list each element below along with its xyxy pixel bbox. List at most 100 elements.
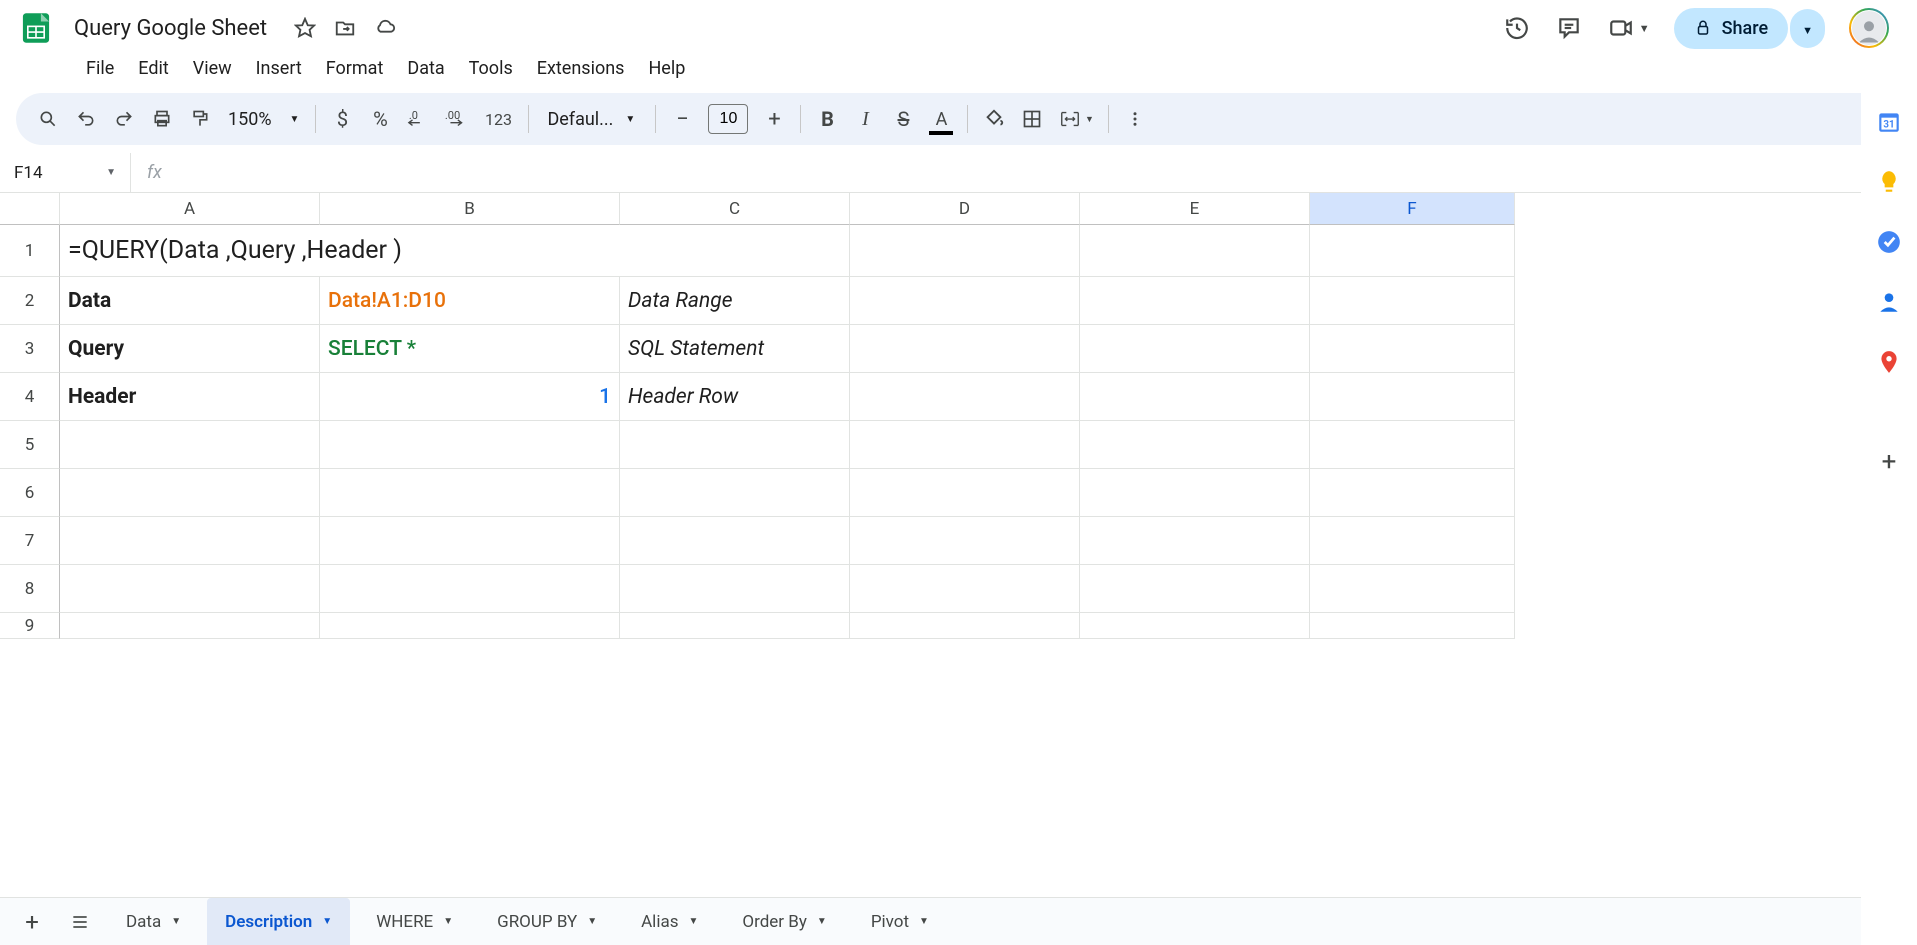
tasks-app-icon[interactable] — [1875, 228, 1903, 256]
cell-a2[interactable]: Data — [60, 277, 320, 325]
italic-icon[interactable]: I — [847, 101, 883, 137]
cell-f4[interactable] — [1310, 373, 1515, 421]
cell-d2[interactable] — [850, 277, 1080, 325]
column-header-e[interactable]: E — [1080, 193, 1310, 225]
menu-file[interactable]: File — [76, 52, 124, 85]
column-header-f[interactable]: F — [1310, 193, 1515, 225]
undo-icon[interactable] — [68, 101, 104, 137]
cell-e2[interactable] — [1080, 277, 1310, 325]
menu-view[interactable]: View — [183, 52, 242, 85]
meet-icon[interactable] — [1607, 14, 1635, 42]
row-header-2[interactable]: 2 — [0, 277, 60, 325]
cell-e4[interactable] — [1080, 373, 1310, 421]
increase-decimal-icon[interactable]: .00 — [438, 101, 474, 137]
cell-c6[interactable] — [620, 469, 850, 517]
cell-c4[interactable]: Header Row — [620, 373, 850, 421]
cell-b6[interactable] — [320, 469, 620, 517]
chevron-down-icon[interactable]: ▼ — [919, 916, 929, 927]
cell-c8[interactable] — [620, 565, 850, 613]
row-header-9[interactable]: 9 — [0, 613, 60, 639]
cell-e7[interactable] — [1080, 517, 1310, 565]
zoom-dropdown[interactable]: 150%▼ — [220, 109, 307, 130]
cell-b3[interactable]: SELECT * — [320, 325, 620, 373]
cell-c5[interactable] — [620, 421, 850, 469]
cell-f6[interactable] — [1310, 469, 1515, 517]
cell-d6[interactable] — [850, 469, 1080, 517]
cell-d4[interactable] — [850, 373, 1080, 421]
contacts-app-icon[interactable] — [1875, 288, 1903, 316]
chevron-down-icon[interactable]: ▼ — [817, 916, 827, 927]
column-header-c[interactable]: C — [620, 193, 850, 225]
cell-f5[interactable] — [1310, 421, 1515, 469]
strikethrough-icon[interactable]: S — [885, 101, 921, 137]
account-avatar[interactable] — [1849, 8, 1889, 48]
cell-a7[interactable] — [60, 517, 320, 565]
cell-e3[interactable] — [1080, 325, 1310, 373]
row-header-5[interactable]: 5 — [0, 421, 60, 469]
paint-format-icon[interactable] — [182, 101, 218, 137]
cell-c2[interactable]: Data Range — [620, 277, 850, 325]
cell-a6[interactable] — [60, 469, 320, 517]
cell-b2[interactable]: Data!A1:D10 — [320, 277, 620, 325]
chevron-down-icon[interactable]: ▼ — [688, 916, 698, 927]
currency-icon[interactable]: $ — [324, 101, 360, 137]
more-formats-button[interactable]: 123 — [476, 101, 520, 137]
cell-f9[interactable] — [1310, 613, 1515, 639]
cell-a8[interactable] — [60, 565, 320, 613]
chevron-down-icon[interactable]: ▼ — [322, 916, 332, 927]
cell-f7[interactable] — [1310, 517, 1515, 565]
menu-tools[interactable]: Tools — [459, 52, 523, 85]
cell-c9[interactable] — [620, 613, 850, 639]
keep-app-icon[interactable] — [1875, 168, 1903, 196]
cell-b4[interactable]: 1 — [320, 373, 620, 421]
row-header-7[interactable]: 7 — [0, 517, 60, 565]
redo-icon[interactable] — [106, 101, 142, 137]
sheet-tab-orderby[interactable]: Order By▼ — [724, 898, 844, 945]
cell-b9[interactable] — [320, 613, 620, 639]
column-header-b[interactable]: B — [320, 193, 620, 225]
row-header-3[interactable]: 3 — [0, 325, 60, 373]
sheet-tab-data[interactable]: Data▼ — [108, 898, 199, 945]
cell-a1[interactable]: =QUERY(Data ,Query ,Header ) — [60, 225, 850, 277]
document-title[interactable]: Query Google Sheet — [68, 14, 273, 43]
menu-edit[interactable]: Edit — [128, 52, 178, 85]
share-dropdown-button[interactable]: ▼ — [1790, 9, 1825, 48]
merge-cells-icon[interactable]: ▼ — [1052, 101, 1100, 137]
cell-e9[interactable] — [1080, 613, 1310, 639]
cell-d3[interactable] — [850, 325, 1080, 373]
cell-e1[interactable] — [1080, 225, 1310, 277]
row-header-6[interactable]: 6 — [0, 469, 60, 517]
cell-b5[interactable] — [320, 421, 620, 469]
font-size-input[interactable] — [708, 104, 748, 134]
cell-f3[interactable] — [1310, 325, 1515, 373]
row-header-8[interactable]: 8 — [0, 565, 60, 613]
percent-icon[interactable]: % — [362, 101, 398, 137]
cell-f8[interactable] — [1310, 565, 1515, 613]
cell-d8[interactable] — [850, 565, 1080, 613]
cell-b7[interactable] — [320, 517, 620, 565]
menu-extensions[interactable]: Extensions — [527, 52, 635, 85]
star-icon[interactable] — [293, 16, 317, 40]
cell-c7[interactable] — [620, 517, 850, 565]
sheet-tab-alias[interactable]: Alias▼ — [623, 898, 716, 945]
cell-f1[interactable] — [1310, 225, 1515, 277]
row-header-1[interactable]: 1 — [0, 225, 60, 277]
search-menus-icon[interactable] — [30, 101, 66, 137]
chevron-down-icon[interactable]: ▼ — [171, 916, 181, 927]
borders-icon[interactable] — [1014, 101, 1050, 137]
column-header-a[interactable]: A — [60, 193, 320, 225]
bold-icon[interactable]: B — [809, 101, 845, 137]
cell-e6[interactable] — [1080, 469, 1310, 517]
menu-data[interactable]: Data — [397, 52, 454, 85]
cell-d9[interactable] — [850, 613, 1080, 639]
chevron-down-icon[interactable]: ▼ — [587, 916, 597, 927]
maps-app-icon[interactable] — [1875, 348, 1903, 376]
add-sheet-button[interactable]: + — [12, 902, 52, 942]
menu-format[interactable]: Format — [316, 52, 394, 85]
cell-a4[interactable]: Header — [60, 373, 320, 421]
all-sheets-button[interactable] — [60, 902, 100, 942]
select-all-corner[interactable] — [0, 193, 60, 225]
sheet-tab-description[interactable]: Description▼ — [207, 898, 350, 945]
move-icon[interactable] — [333, 16, 357, 40]
font-dropdown[interactable]: Defaul...▼ — [537, 109, 647, 130]
